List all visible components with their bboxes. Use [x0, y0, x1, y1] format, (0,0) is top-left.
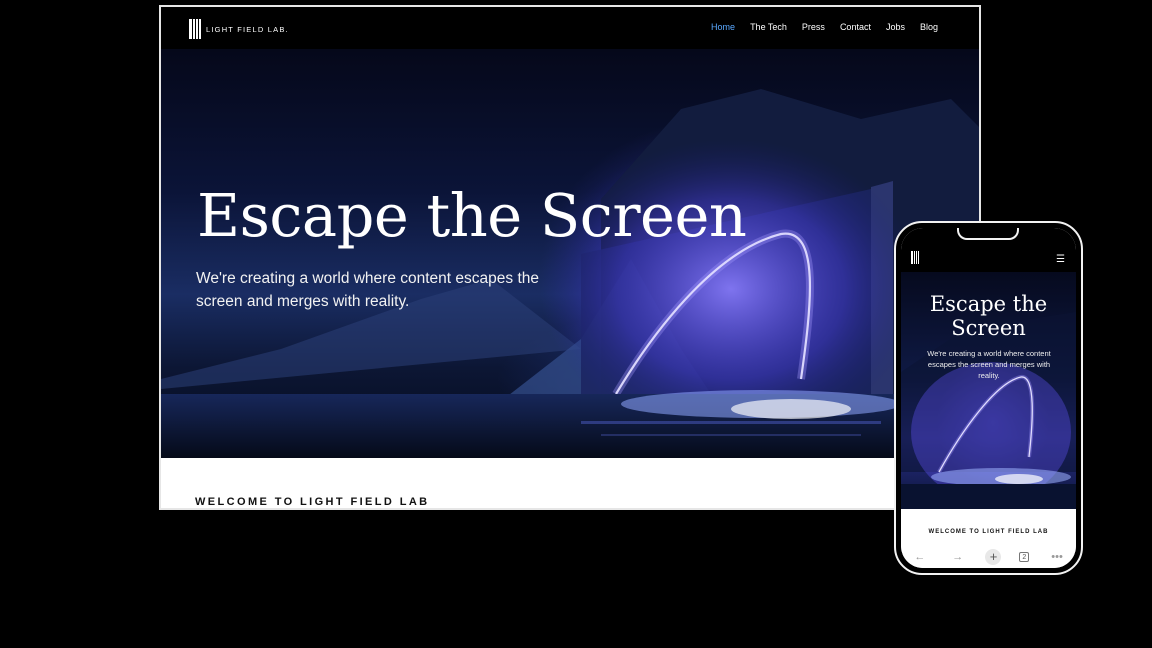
- phone-welcome-heading: WELCOME TO LIGHT FIELD LAB: [928, 529, 1049, 535]
- nav-blog[interactable]: Blog: [920, 22, 938, 32]
- desktop-browser: LIGHT FIELD LAB. Home The Tech Press Con…: [159, 5, 981, 510]
- phone-hero-subtitle: We're creating a world where content esc…: [927, 349, 1051, 380]
- window-dots: [166, 0, 190, 13]
- hero-section: Escape the Screen We're creating a world…: [161, 49, 979, 458]
- hamburger-icon[interactable]: ☰: [1056, 254, 1065, 265]
- nav-the-tech[interactable]: The Tech: [750, 22, 787, 32]
- phone-notch: [957, 228, 1019, 240]
- tabs-count-icon[interactable]: 2: [1019, 552, 1030, 562]
- nav-jobs[interactable]: Jobs: [886, 22, 905, 32]
- forward-arrow-icon[interactable]: →: [948, 551, 968, 563]
- logo-icon: [189, 19, 201, 39]
- phone-logo-icon[interactable]: [911, 251, 919, 264]
- phone-hero-section: Escape the Screen We're creating a world…: [901, 272, 1076, 509]
- more-options-icon[interactable]: •••: [1047, 551, 1067, 563]
- new-tab-icon[interactable]: +: [985, 549, 1002, 565]
- phone-browser-toolbar: ← → + 2 •••: [901, 546, 1076, 568]
- site-header: LIGHT FIELD LAB. Home The Tech Press Con…: [161, 7, 979, 49]
- site-logo[interactable]: LIGHT FIELD LAB.: [189, 19, 289, 39]
- brand-name: LIGHT FIELD LAB.: [206, 24, 289, 34]
- phone-screen: ☰ Escape the Screen We're creating a wor…: [901, 228, 1076, 568]
- main-nav: Home The Tech Press Contact Jobs Blog: [711, 22, 938, 32]
- welcome-heading: WELCOME TO LIGHT FIELD LAB: [195, 496, 430, 508]
- nav-home[interactable]: Home: [711, 22, 735, 32]
- nav-press[interactable]: Press: [802, 22, 825, 32]
- back-arrow-icon[interactable]: ←: [910, 551, 930, 563]
- phone-frame: ☰ Escape the Screen We're creating a wor…: [894, 221, 1083, 575]
- hero-subtitle: We're creating a world where content esc…: [196, 270, 539, 310]
- phone-hero-title: Escape the Screen: [929, 292, 1048, 340]
- nav-contact[interactable]: Contact: [840, 22, 871, 32]
- hero-title: Escape the Screen: [197, 181, 747, 250]
- hero-illustration: [161, 89, 979, 458]
